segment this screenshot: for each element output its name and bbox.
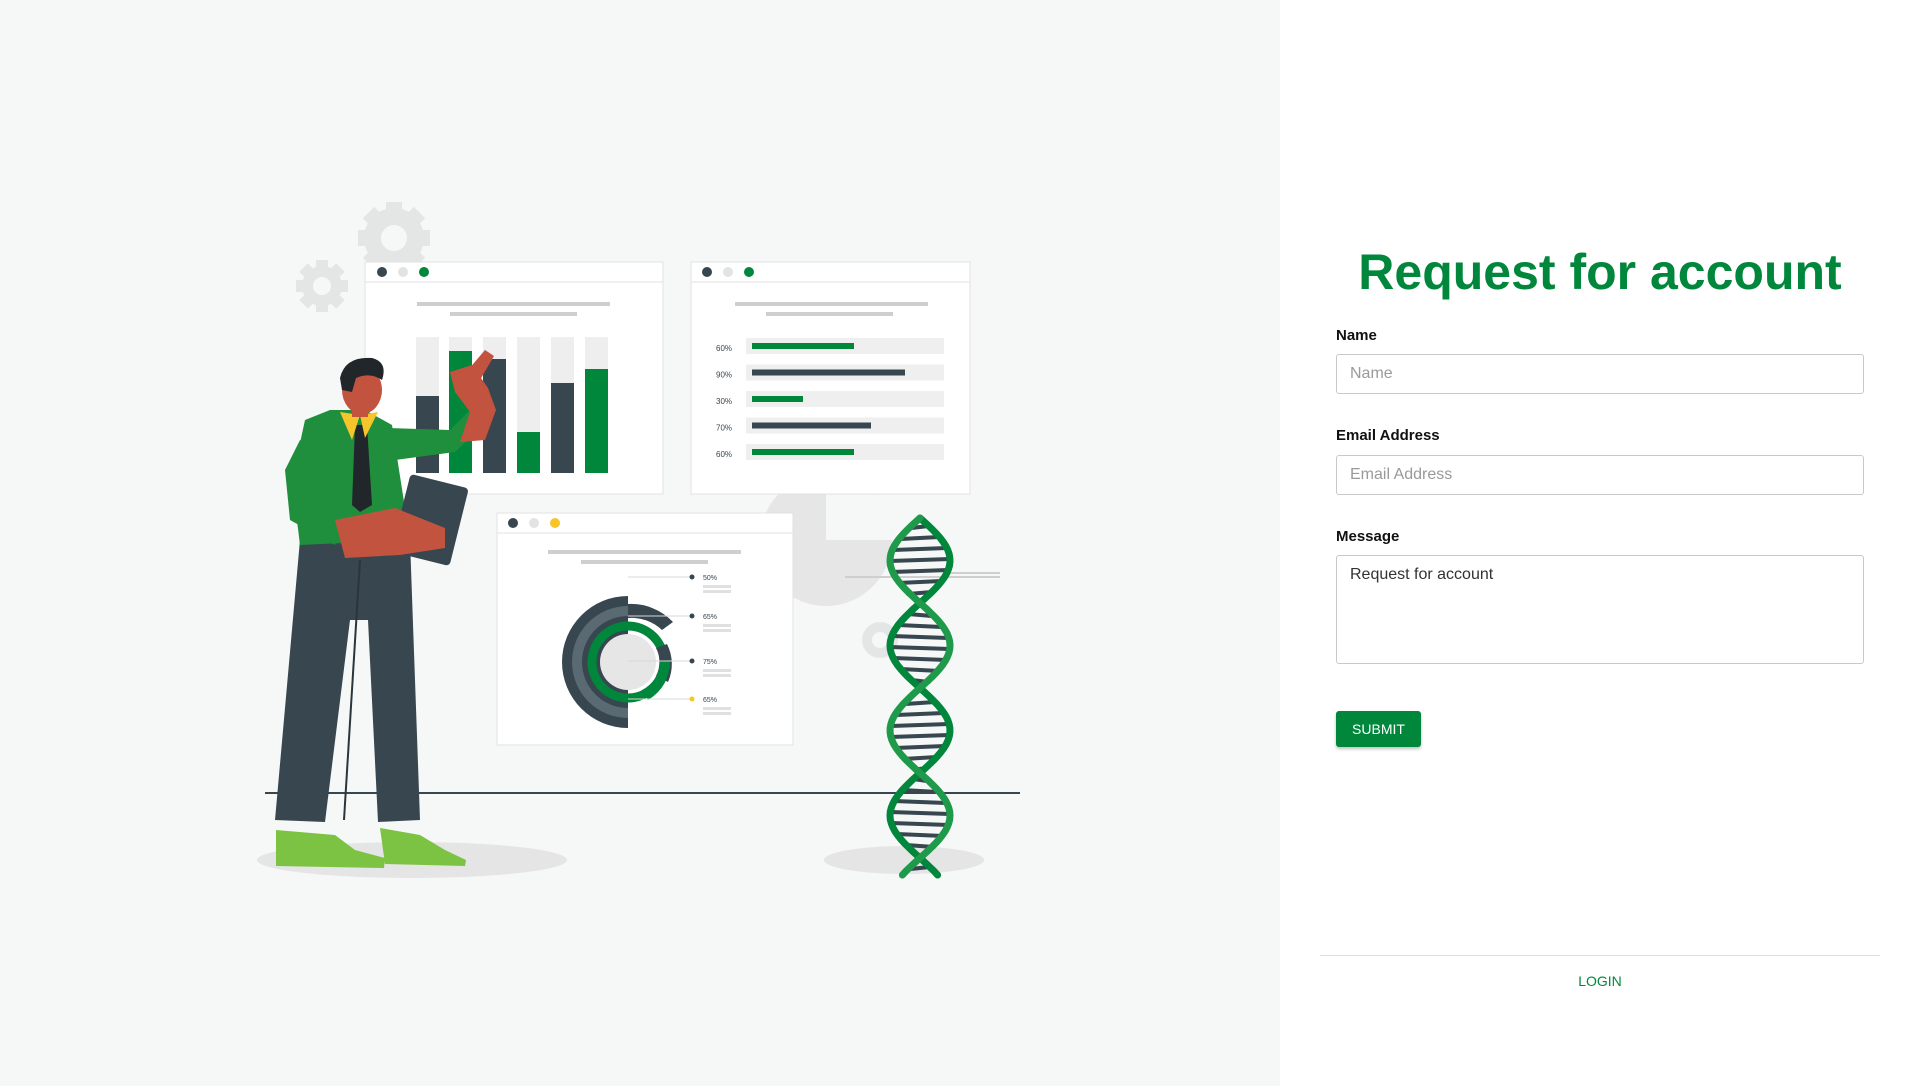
progress-bar-label: 60%: [716, 344, 732, 353]
data-analysis-illustration: 60% 90% 30% 70% 60% 50% 65% 75% 65%: [257, 202, 1020, 879]
legend-label: 65%: [703, 614, 717, 621]
progress-bar-fill: [752, 343, 854, 349]
message-textarea[interactable]: Request for account: [1336, 555, 1864, 664]
illustration-panel: 60% 90% 30% 70% 60% 50% 65% 75% 65%: [0, 0, 1280, 1086]
progress-bar-label: 30%: [716, 397, 732, 406]
submit-button[interactable]: SUBMIT: [1336, 711, 1421, 747]
dna-helix-icon: [886, 514, 954, 879]
name-input[interactable]: [1336, 354, 1864, 394]
request-form-panel: Request for account Name Email Address M…: [1280, 0, 1920, 1086]
progress-bar-label: 70%: [716, 424, 732, 433]
email-label: Email Address: [1336, 427, 1440, 444]
legend-dot: [689, 574, 695, 580]
legend-label: 75%: [703, 659, 717, 666]
email-input[interactable]: [1336, 455, 1864, 495]
gear-icon: [296, 260, 348, 312]
legend-dot: [689, 613, 695, 619]
legend-dot: [689, 658, 695, 664]
legend-label: 50%: [703, 575, 717, 582]
legend-dot: [689, 696, 695, 702]
progress-bar-fill: [752, 449, 854, 455]
login-link[interactable]: LOGIN: [1280, 973, 1920, 989]
progress-bar-label: 60%: [716, 450, 732, 459]
person-figure: [275, 350, 496, 868]
page-title: Request for account: [1358, 244, 1842, 300]
footer-divider: [1320, 955, 1880, 956]
progress-bar-fill: [752, 396, 803, 402]
progress-bar-fill: [752, 422, 871, 429]
donut-chart-panel: 50% 65% 75% 65%: [496, 512, 794, 746]
message-label: Message: [1336, 528, 1400, 545]
progress-bars-panel: 60% 90% 30% 70% 60%: [690, 261, 971, 495]
progress-bar-fill: [752, 369, 905, 376]
legend-label: 65%: [703, 697, 717, 704]
name-label: Name: [1336, 327, 1377, 344]
bar-chart-panel: [364, 261, 664, 495]
progress-bar-label: 90%: [716, 371, 732, 380]
